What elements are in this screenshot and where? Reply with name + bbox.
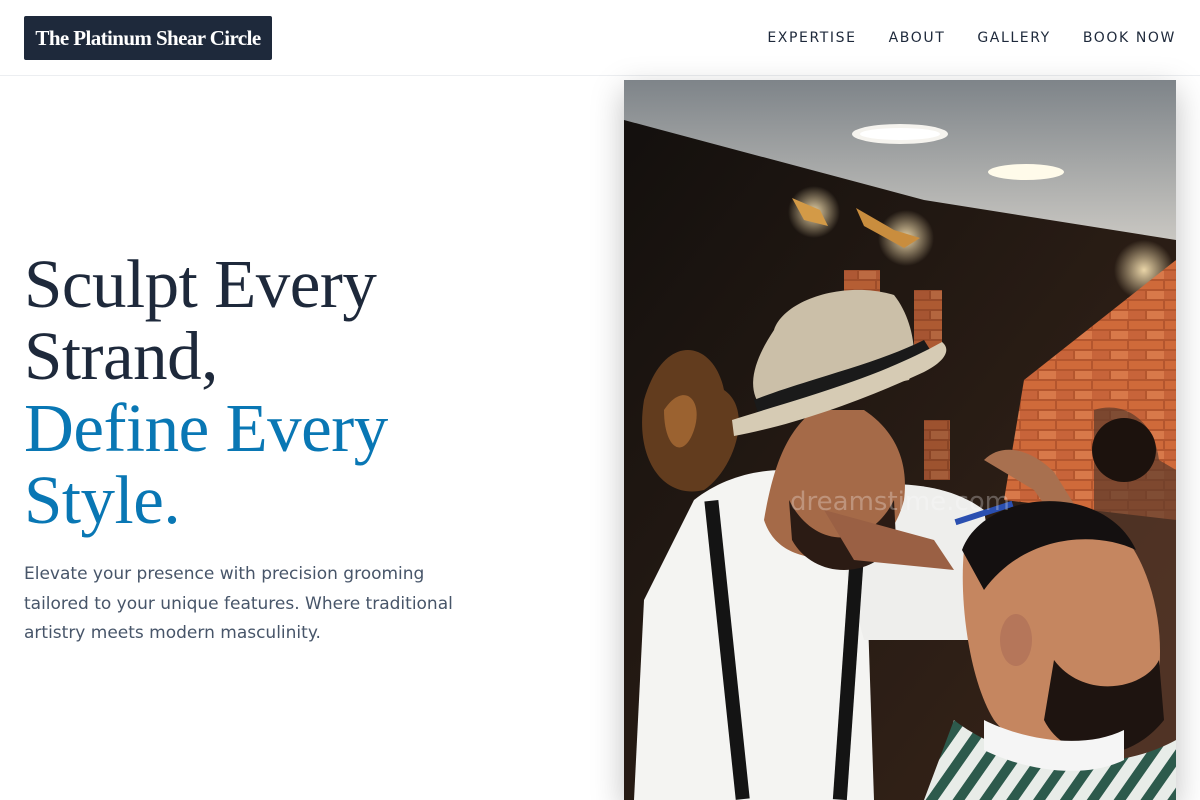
nav-link-about[interactable]: ABOUT bbox=[889, 30, 946, 46]
nav-link-book-now[interactable]: BOOK NOW bbox=[1083, 30, 1176, 46]
hero-section: Sculpt Every Strand, Define Every Style.… bbox=[24, 248, 584, 649]
headline-accent-line-1: Define Every bbox=[24, 390, 388, 466]
brand-logo[interactable]: The Platinum Shear Circle bbox=[24, 16, 272, 60]
headline-line-1: Sculpt Every bbox=[24, 246, 377, 322]
nav-link-gallery[interactable]: GALLERY bbox=[977, 30, 1050, 46]
headline-line-2: Strand, bbox=[24, 318, 218, 394]
hero-headline: Sculpt Every Strand, Define Every Style. bbox=[24, 248, 584, 536]
headline-accent-line-2: Style. bbox=[24, 462, 181, 538]
hero-subtext: Elevate your presence with precision gro… bbox=[24, 564, 453, 643]
site-header: The Platinum Shear Circle EXPERTISE ABOU… bbox=[0, 0, 1200, 76]
nav-link-expertise[interactable]: EXPERTISE bbox=[767, 30, 856, 46]
main-nav: EXPERTISE ABOUT GALLERY BOOK NOW bbox=[767, 0, 1176, 76]
watermark-text: dreamstime.com bbox=[790, 487, 1010, 517]
hero-photo-barber: dreamstime.com bbox=[624, 80, 1176, 800]
